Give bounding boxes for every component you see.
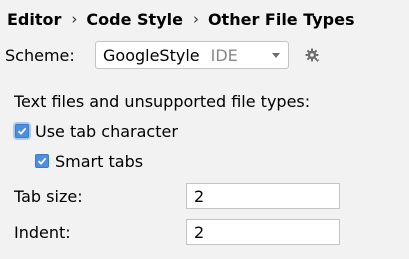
- tab-size-row: Tab size:: [14, 183, 83, 209]
- breadcrumb-item-other-file-types: Other File Types: [207, 9, 355, 29]
- scheme-tag: IDE: [210, 45, 238, 65]
- indent-label: Indent:: [14, 222, 71, 242]
- smart-tabs-option[interactable]: Smart tabs: [35, 151, 143, 171]
- chevron-down-icon: [272, 53, 280, 58]
- breadcrumb-separator: ›: [71, 10, 78, 28]
- tab-size-label: Tab size:: [14, 186, 83, 206]
- use-tab-character-label: Use tab character: [35, 121, 178, 141]
- breadcrumb-item-code-style[interactable]: Code Style: [86, 10, 183, 29]
- breadcrumb-separator: ›: [192, 10, 199, 28]
- use-tab-character-option[interactable]: Use tab character: [15, 121, 178, 141]
- smart-tabs-checkbox[interactable]: [35, 154, 49, 168]
- breadcrumb: Editor › Code Style › Other File Types: [7, 8, 355, 30]
- indent-field[interactable]: 2: [186, 219, 340, 245]
- gear-icon[interactable]: [304, 47, 320, 63]
- scheme-value: GoogleStyle: [103, 45, 200, 65]
- tab-size-field[interactable]: 2: [186, 183, 340, 209]
- scheme-label: Scheme:: [5, 45, 75, 65]
- use-tab-character-checkbox[interactable]: [15, 124, 29, 138]
- breadcrumb-item-editor[interactable]: Editor: [7, 10, 61, 29]
- scheme-row: Scheme: GoogleStyle IDE: [5, 41, 320, 69]
- checkmark-icon: [17, 127, 27, 135]
- indent-row: Indent:: [14, 219, 71, 245]
- scheme-dropdown[interactable]: GoogleStyle IDE: [95, 41, 289, 69]
- section-title: Text files and unsupported file types:: [14, 92, 311, 111]
- checkmark-icon: [37, 157, 47, 165]
- smart-tabs-label: Smart tabs: [55, 151, 144, 171]
